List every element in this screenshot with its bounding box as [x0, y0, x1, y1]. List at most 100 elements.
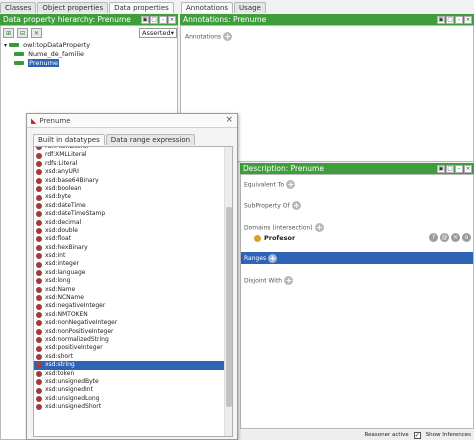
- datatype-list-item[interactable]: xsd:int: [34, 252, 225, 260]
- pin-view-icon[interactable]: ▣: [437, 164, 445, 173]
- scrollbar-thumb[interactable]: [226, 207, 232, 407]
- show-inferences-checkbox[interactable]: ✓: [413, 431, 421, 439]
- datatype-list-item[interactable]: xsd:float: [34, 235, 225, 243]
- datatype-icon: [36, 211, 42, 218]
- datatype-icon: [36, 337, 42, 344]
- datatype-list-item[interactable]: xsd:normalizedString: [34, 336, 225, 344]
- datatype-list-item[interactable]: xsd:negativeInteger: [34, 302, 225, 310]
- pin-view-icon[interactable]: ▣: [437, 15, 445, 24]
- datatype-list-item[interactable]: xsd:anyURI: [34, 168, 225, 176]
- annotations-label: Annotations: [185, 33, 222, 41]
- tree-item-root[interactable]: ▾ owl:topDataProperty: [4, 41, 90, 50]
- datatype-label: xsd:language: [45, 268, 86, 276]
- datatype-label: xsd:dateTime: [45, 201, 86, 209]
- tab-data-range-expression[interactable]: Data range expression: [105, 134, 196, 145]
- scrollbar[interactable]: [224, 147, 232, 436]
- datatype-list-item[interactable]: xsd:Name: [34, 286, 225, 294]
- add-annotation-icon[interactable]: +: [223, 32, 233, 41]
- datatype-icon: [36, 177, 42, 184]
- datatype-label: xsd:base64Binary: [45, 176, 99, 184]
- tree-item-prenume[interactable]: Prenume: [4, 59, 90, 68]
- tab-data-properties[interactable]: Data properties: [109, 2, 174, 13]
- tree-item-label: owl:topDataProperty: [23, 41, 91, 49]
- datatype-list-item[interactable]: xsd:byte: [34, 193, 225, 201]
- delete-icon[interactable]: ×: [451, 233, 460, 242]
- minimize-view-icon[interactable]: –: [455, 15, 463, 24]
- datatype-list-item[interactable]: xsd:boolean: [34, 185, 225, 193]
- datatype-list-item[interactable]: xsd:unsignedShort: [34, 403, 225, 411]
- datatype-list-item[interactable]: xsd:unsignedByte: [34, 378, 225, 386]
- datatype-label: xsd:token: [45, 369, 75, 377]
- tree-item-nume-de-familie[interactable]: Nume_de_familie: [4, 50, 90, 59]
- datatype-list-item[interactable]: xsd:hexBinary: [34, 244, 225, 252]
- close-view-icon[interactable]: ×: [168, 15, 176, 24]
- datatype-label: xsd:NCName: [45, 294, 84, 302]
- edit-icon[interactable]: o: [462, 233, 471, 242]
- tab-classes[interactable]: Classes: [0, 2, 37, 13]
- maximize-view-icon[interactable]: □: [446, 164, 454, 173]
- delete-property-icon[interactable]: ✕: [31, 28, 42, 38]
- datatype-list-item[interactable]: xsd:positiveInteger: [34, 344, 225, 352]
- add-sub-property-icon[interactable]: ⊞: [3, 28, 14, 38]
- close-icon[interactable]: ×: [225, 115, 233, 125]
- domain-item[interactable]: Profesor: [254, 234, 295, 242]
- minimize-view-icon[interactable]: –: [455, 164, 463, 173]
- datatype-label: xsd:nonPositiveInteger: [45, 327, 114, 335]
- datatype-label: xsd:long: [45, 277, 71, 285]
- close-view-icon[interactable]: ×: [464, 15, 472, 24]
- minimize-view-icon[interactable]: –: [159, 15, 167, 24]
- datatype-icon: [36, 345, 42, 352]
- datatype-list-item[interactable]: xsd:language: [34, 269, 225, 277]
- datatype-list-item[interactable]: xsd:integer: [34, 260, 225, 268]
- datatype-list-item[interactable]: rdf:XMLLiteral: [34, 151, 225, 159]
- datatype-list-item[interactable]: xsd:short: [34, 353, 225, 361]
- ranges-row[interactable]: Ranges +: [241, 252, 473, 264]
- add-range-icon[interactable]: +: [268, 253, 278, 263]
- tab-object-properties[interactable]: Object properties: [37, 2, 109, 13]
- datatype-icon: [36, 370, 42, 377]
- datatype-list-item[interactable]: xsd:dateTime: [34, 202, 225, 210]
- add-domain-icon[interactable]: +: [314, 223, 324, 232]
- pin-view-icon[interactable]: ▣: [141, 15, 149, 24]
- datatype-list-item[interactable]: xsd:double: [34, 227, 225, 235]
- asserted-dropdown[interactable]: Asserted ▾: [139, 28, 177, 38]
- datatype-list-item[interactable]: xsd:unsignedInt: [34, 386, 225, 394]
- datatype-list-item[interactable]: xsd:string: [34, 361, 225, 370]
- annotate-icon[interactable]: @: [440, 233, 449, 242]
- datatype-icon: [36, 286, 42, 293]
- add-equivalent-icon[interactable]: +: [286, 180, 296, 189]
- add-disjoint-icon[interactable]: +: [284, 276, 294, 285]
- datatype-list-item[interactable]: xsd:base64Binary: [34, 177, 225, 185]
- datatype-list-item[interactable]: xsd:NCName: [34, 294, 225, 302]
- tab-annotations[interactable]: Annotations: [181, 2, 234, 13]
- datatype-list-item[interactable]: xsd:dateTimeStamp: [34, 210, 225, 218]
- tab-usage[interactable]: Usage: [234, 2, 266, 13]
- datatype-list-item[interactable]: xsd:decimal: [34, 219, 225, 227]
- disjoint-with-label: Disjoint With: [244, 277, 283, 285]
- datatype-icon: [36, 328, 42, 335]
- equivalent-to-label: Equivalent To: [244, 181, 285, 189]
- tab-built-in-datatypes[interactable]: Built in datatypes: [33, 134, 105, 145]
- maximize-view-icon[interactable]: □: [150, 15, 158, 24]
- close-view-icon[interactable]: ×: [464, 164, 472, 173]
- datatype-list-item[interactable]: xsd:long: [34, 277, 225, 285]
- datatype-icon: [36, 320, 42, 327]
- domain-item-actions: ? @ × o: [429, 233, 471, 242]
- datatype-list-item[interactable]: xsd:NMTOKEN: [34, 311, 225, 319]
- datatype-list-item[interactable]: xsd:unsignedLong: [34, 395, 225, 403]
- datatype-label: xsd:normalizedString: [45, 335, 109, 343]
- datatype-icon: [36, 160, 42, 167]
- datatype-list-item[interactable]: xsd:nonNegativeInteger: [34, 319, 225, 327]
- datatype-label: xsd:negativeInteger: [45, 302, 106, 310]
- datatype-list-item[interactable]: xsd:token: [34, 370, 225, 378]
- datatype-label: xsd:byte: [45, 193, 71, 201]
- datatype-list-item[interactable]: xsd:nonPositiveInteger: [34, 328, 225, 336]
- add-sibling-property-icon[interactable]: ⊟: [17, 28, 28, 38]
- datatype-icon: [36, 236, 42, 243]
- add-superproperty-icon[interactable]: +: [291, 201, 301, 210]
- datatype-list-item[interactable]: rdfs:Literal: [34, 160, 225, 168]
- maximize-view-icon[interactable]: □: [446, 15, 454, 24]
- help-icon[interactable]: ?: [429, 233, 438, 242]
- datatype-icon: [36, 353, 42, 360]
- tree-expand-icon[interactable]: ▾: [4, 42, 7, 49]
